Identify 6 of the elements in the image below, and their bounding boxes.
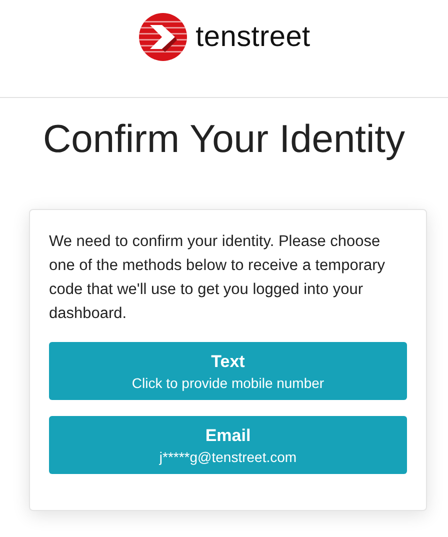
method-button[interactable]: Text Click to provide mobile number [49, 342, 407, 400]
instructions-text: We need to confirm your identity. Please choose one of the methods below to receive a temporary code that we'll use to get you logged into your dashboard. [49, 232, 386, 324]
page-title: Confirm Your Identity [42, 118, 406, 162]
logo-icon [138, 12, 188, 62]
logo-text: tenstreet [196, 20, 310, 54]
method-button[interactable]: Email j*****g@tenstreet.com [49, 416, 407, 474]
